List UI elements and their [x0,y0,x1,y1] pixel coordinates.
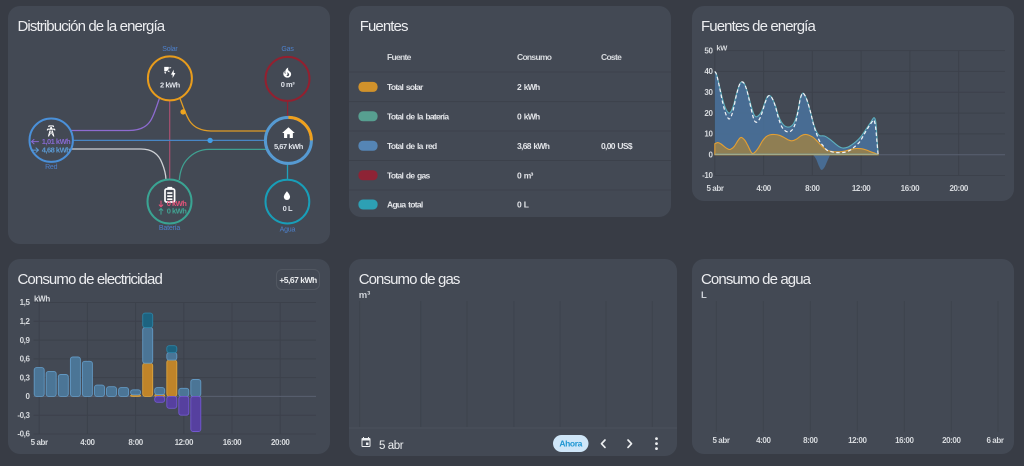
svg-text:4:00: 4:00 [756,184,771,193]
svg-text:0,3: 0,3 [20,373,31,382]
svg-text:-0,3: -0,3 [17,411,30,420]
svg-text:16:00: 16:00 [895,436,914,445]
svg-text:20:00: 20:00 [949,184,968,193]
svg-text:8:00: 8:00 [128,438,143,447]
svg-text:4:00: 4:00 [80,438,95,447]
svg-text:Batería: Batería [159,225,180,232]
svg-text:0 kWh: 0 kWh [517,111,540,121]
svg-text:2 kWh: 2 kWh [517,82,540,92]
svg-text:16:00: 16:00 [901,184,920,193]
svg-text:0 m³: 0 m³ [517,170,534,180]
svg-text:3,68 kWh: 3,68 kWh [517,141,550,151]
svg-text:Agua total: Agua total [387,200,423,210]
svg-text:-10: -10 [702,171,713,180]
svg-text:0: 0 [25,392,30,401]
svg-text:12:00: 12:00 [852,184,871,193]
svg-text:Red: Red [45,164,58,171]
svg-text:12:00: 12:00 [175,438,194,447]
svg-text:Total de la red: Total de la red [387,141,437,151]
svg-text:Solar: Solar [162,46,178,53]
svg-text:40: 40 [704,67,713,76]
svg-text:0,6: 0,6 [20,355,31,364]
svg-text:Total de gas: Total de gas [387,170,431,180]
svg-text:50: 50 [704,46,713,55]
svg-text:4:00: 4:00 [756,436,771,445]
svg-text:Gas: Gas [281,46,294,53]
svg-text:2 kWh: 2 kWh [160,81,181,90]
svg-text:0 L: 0 L [517,200,529,210]
svg-text:8:00: 8:00 [805,184,820,193]
svg-text:20:00: 20:00 [942,436,961,445]
svg-text:12:00: 12:00 [848,436,867,445]
svg-text:Total de la batería: Total de la batería [387,111,449,121]
svg-text:Consumo: Consumo [517,52,552,62]
svg-text:0: 0 [708,150,713,159]
svg-text:8:00: 8:00 [803,436,818,445]
svg-text:1,5: 1,5 [20,298,31,307]
svg-text:-0,6: -0,6 [17,430,30,439]
svg-text:4,68 kWh: 4,68 kWh [42,146,71,155]
svg-text:0 kWh: 0 kWh [167,207,188,216]
svg-text:Coste: Coste [601,52,622,62]
svg-text:5 abr: 5 abr [31,438,48,447]
svg-text:Agua: Agua [280,227,296,234]
svg-text:1,2: 1,2 [20,317,31,326]
svg-text:Ahora: Ahora [559,439,582,449]
svg-text:20:00: 20:00 [271,438,290,447]
svg-text:kWh: kWh [34,295,50,304]
svg-text:5 abr: 5 abr [706,184,723,193]
svg-text:5 abr: 5 abr [712,436,729,445]
svg-text:0,9: 0,9 [20,336,31,345]
svg-text:10: 10 [704,130,713,139]
svg-text:6 abr: 6 abr [986,436,1003,445]
svg-text:Total solar: Total solar [387,82,424,92]
svg-text:0 m³: 0 m³ [281,80,296,89]
svg-text:0 L: 0 L [283,204,293,213]
svg-text:5,67 kWh: 5,67 kWh [274,142,304,151]
svg-text:5 abr: 5 abr [379,440,404,452]
svg-text:0,00 US$: 0,00 US$ [601,141,633,151]
svg-text:Fuente: Fuente [387,52,412,62]
svg-text:16:00: 16:00 [223,438,242,447]
svg-text:30: 30 [704,88,713,97]
svg-text:20: 20 [704,109,713,118]
svg-text:kW: kW [716,44,728,53]
